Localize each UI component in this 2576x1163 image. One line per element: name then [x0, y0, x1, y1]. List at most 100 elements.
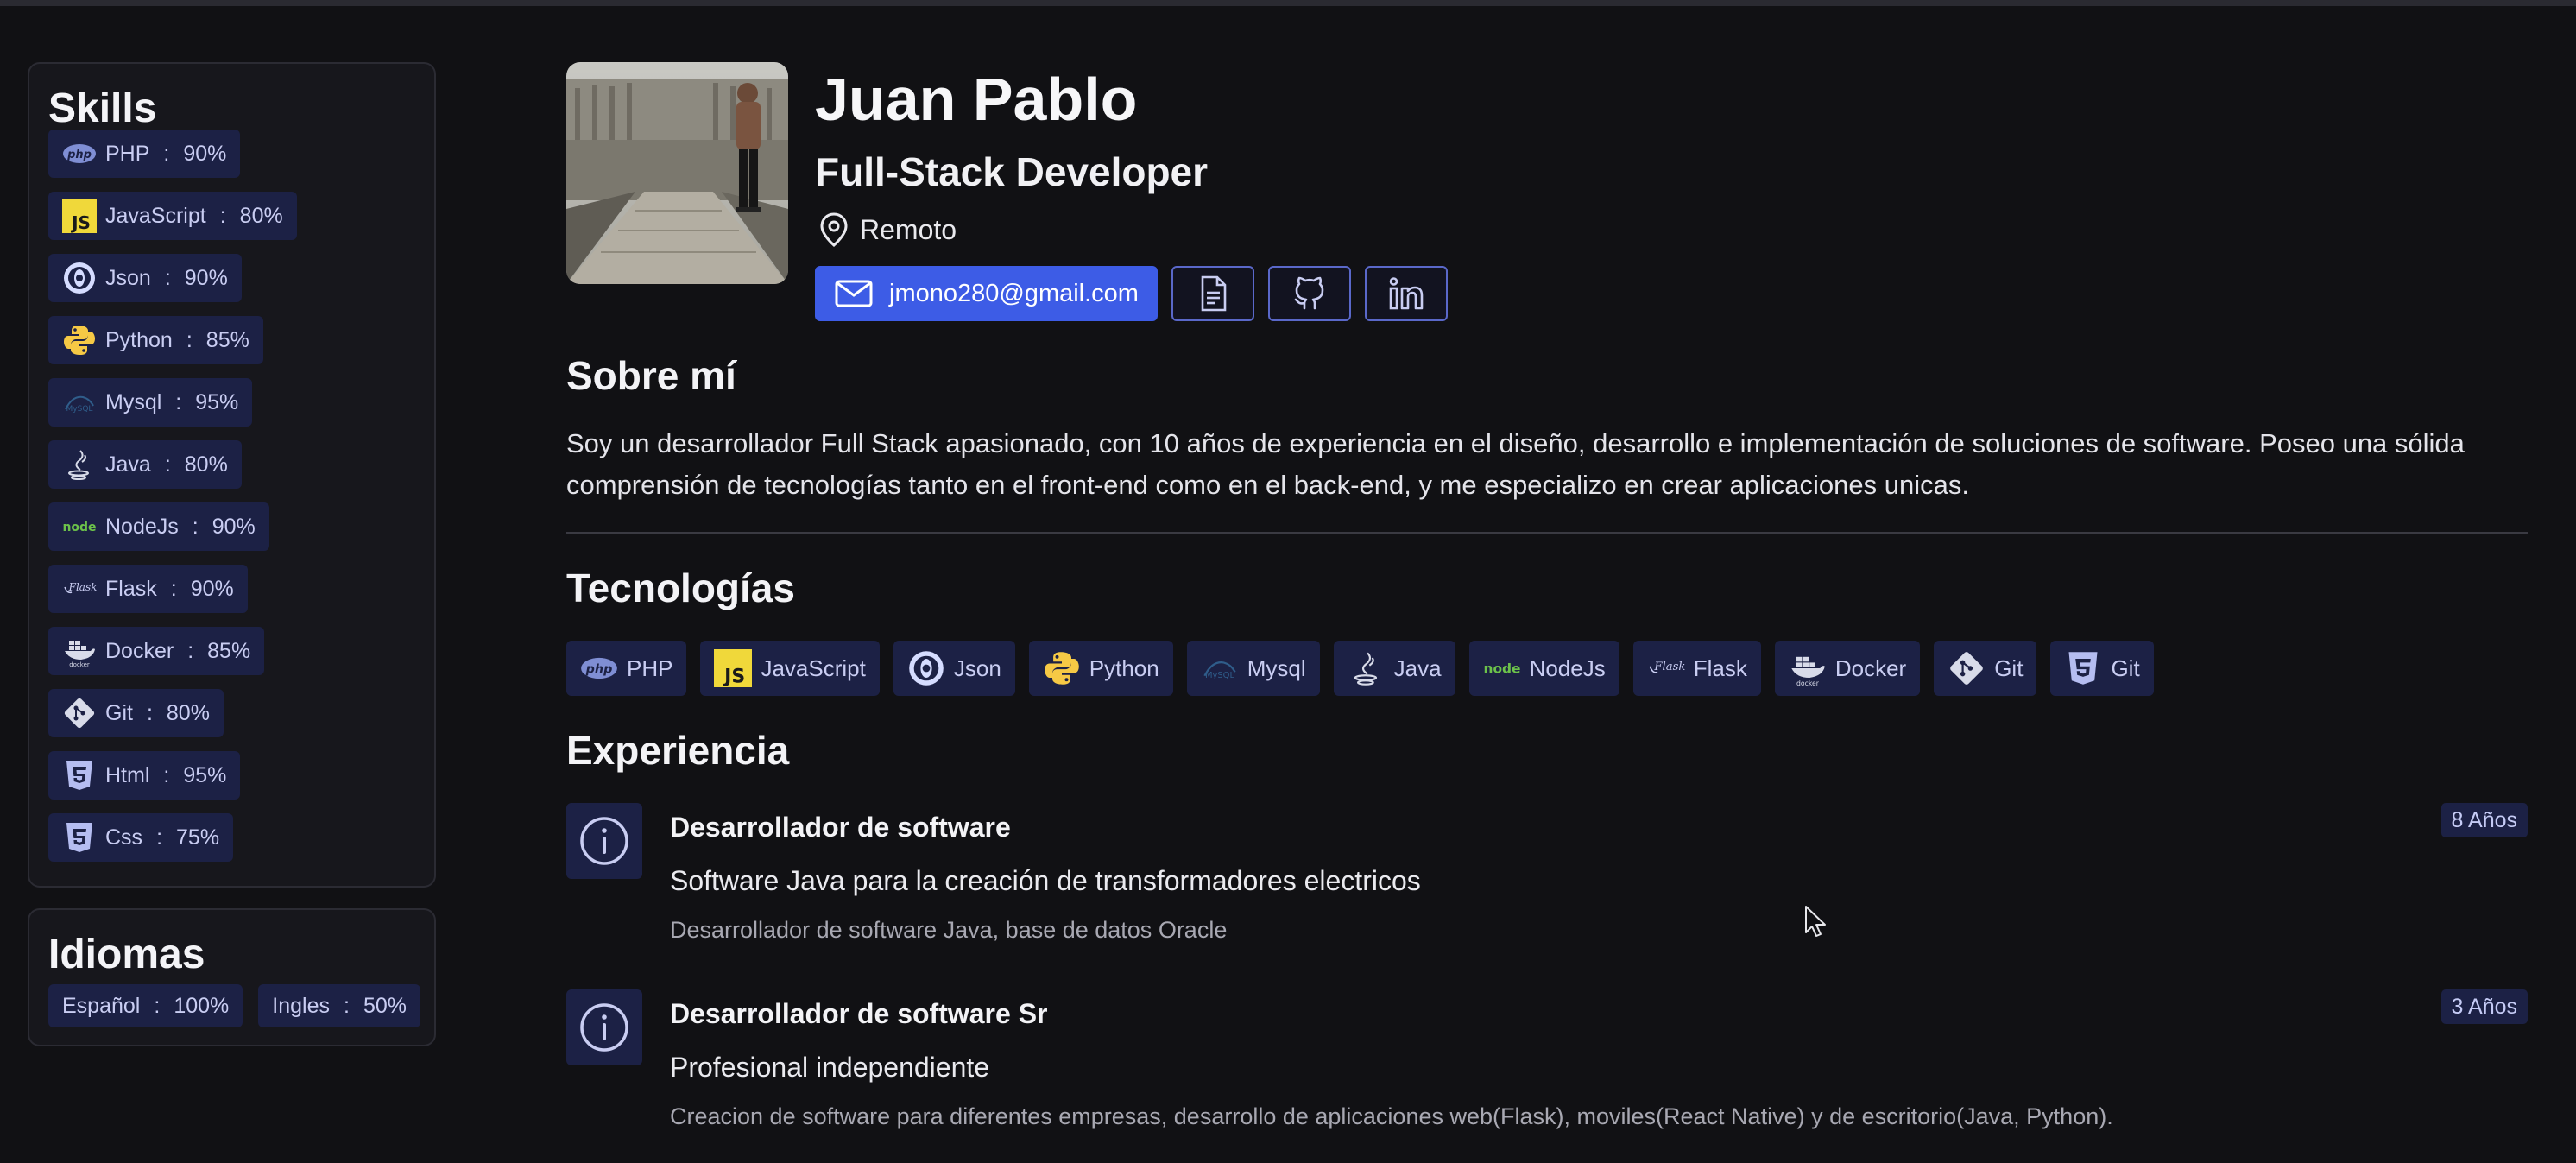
technologies-list: php PHP JS JavaScript Json Python MySQL … [566, 641, 2154, 696]
java-icon [1348, 649, 1386, 687]
tech-name: NodeJs [1529, 654, 1606, 681]
mysql-icon: MySQL [62, 385, 97, 420]
flask-icon: Flask [62, 572, 97, 606]
tech-name: Docker [1834, 654, 1907, 681]
tech-chip-docker: docker Docker [1774, 641, 1921, 696]
github-button[interactable] [1267, 266, 1351, 321]
language-separator: : [343, 993, 350, 1018]
skill-level: 90% [212, 514, 256, 539]
skill-chip-php: php PHP:90% [48, 130, 241, 178]
svg-text:JS: JS [70, 212, 91, 233]
svg-text:docker: docker [1796, 679, 1820, 687]
language-chip-english: Ingles:50% [258, 984, 420, 1027]
profile-location: Remoto [815, 211, 957, 249]
skill-separator: : [164, 452, 171, 477]
html5-icon [2064, 649, 2102, 687]
skill-name: Flask [105, 576, 157, 601]
skill-separator: : [170, 576, 177, 601]
skill-chip-html: Html:95% [48, 751, 241, 800]
skill-name: PHP [105, 141, 150, 166]
tech-chip-json: Json [893, 641, 1015, 696]
experience-title-text: Desarrollador de software Sr [670, 998, 1048, 1029]
svg-text:MySQL: MySQL [1205, 671, 1234, 680]
window-top-bar [0, 0, 2576, 6]
skill-chip-docker: docker Docker:85% [48, 627, 265, 675]
skill-separator: : [163, 762, 170, 787]
skill-separator: : [192, 514, 199, 539]
tech-name: PHP [627, 654, 673, 681]
resume-button[interactable] [1171, 266, 1254, 321]
skill-separator: : [164, 265, 171, 290]
language-name: Ingles [272, 993, 330, 1018]
experience-subtitle: Profesional independiente [670, 1052, 990, 1083]
skills-title: Skills [48, 85, 157, 131]
document-icon [1193, 274, 1233, 313]
skill-chip-json: Json:90% [48, 254, 242, 302]
skill-name: Json [105, 265, 151, 290]
skill-chip-python: Python:85% [48, 316, 263, 364]
javascript-icon: JS [714, 649, 753, 687]
tech-chip-flask: Flask Flask [1632, 641, 1761, 696]
svg-text:docker: docker [69, 661, 90, 668]
skill-separator: : [175, 389, 182, 414]
python-icon [62, 323, 97, 357]
tech-name: Git [2111, 654, 2140, 681]
language-name: Español [62, 993, 141, 1018]
skill-name: JavaScript [105, 203, 206, 228]
skill-chip-java: Java:80% [48, 440, 242, 489]
contact-actions: jmono280@gmail.com [815, 266, 1448, 321]
skill-chip-css: Css:75% [48, 813, 234, 862]
svg-text:Flask: Flask [68, 581, 97, 593]
skill-chip-git: Git:80% [48, 689, 224, 737]
mouse-cursor-icon [1805, 906, 1826, 937]
tech-name: Python [1089, 654, 1159, 681]
main-content: Juan Pablo Full-Stack Developer Remoto j… [566, 62, 2528, 1129]
experience-description: Desarrollador de software Java, base de … [670, 917, 1228, 943]
git-icon [1948, 649, 1986, 687]
tech-name: Json [953, 654, 1001, 681]
duration-badge: 8 Años [2440, 803, 2528, 837]
mysql-icon: MySQL [1201, 649, 1239, 687]
svg-text:php: php [66, 149, 92, 161]
profile-header: Juan Pablo Full-Stack Developer Remoto j… [566, 62, 2528, 321]
skill-chip-mysql: MySQL Mysql:95% [48, 378, 253, 427]
skill-level: 85% [207, 638, 251, 663]
skill-name: Html [105, 762, 150, 787]
experience-title: Experiencia [566, 728, 790, 773]
tech-chip-git-html: Git [2050, 641, 2154, 696]
tech-name: Flask [1693, 654, 1747, 681]
languages-card: Idiomas Español:100% Ingles:50% [28, 908, 436, 1046]
profile-role: Full-Stack Developer [815, 149, 1209, 194]
mail-icon [834, 274, 874, 313]
linkedin-button[interactable] [1364, 266, 1448, 321]
skill-name: Git [105, 700, 133, 725]
language-level: 100% [174, 993, 230, 1018]
svg-text:Flask: Flask [1653, 661, 1685, 673]
technologies-title: Tecnologías [566, 566, 795, 610]
duration-badge: 3 Años [2440, 989, 2528, 1024]
info-icon [566, 989, 642, 1065]
skill-level: 90% [190, 576, 234, 601]
skill-chip-javascript: JS JavaScript:80% [48, 192, 297, 240]
skill-name: Css [105, 825, 143, 850]
tech-name: JavaScript [761, 654, 866, 681]
svg-text:MySQL: MySQL [66, 405, 93, 414]
docker-icon: docker [62, 634, 97, 668]
linkedin-icon [1386, 274, 1426, 313]
skill-chip-flask: Flask Flask:90% [48, 565, 248, 613]
email-button[interactable]: jmono280@gmail.com [815, 266, 1158, 321]
php-icon: php [580, 649, 618, 687]
skill-level: 80% [184, 452, 228, 477]
docker-icon: docker [1789, 649, 1827, 687]
skills-list: php PHP:90% JS JavaScript:80% Json:90% P… [48, 130, 415, 862]
git-icon [62, 696, 97, 730]
tech-chip-java: Java [1333, 641, 1455, 696]
skill-chip-nodejs: node NodeJs:90% [48, 502, 269, 551]
language-separator: : [154, 993, 161, 1018]
profile-photo [566, 62, 788, 284]
tech-chip-javascript: JS JavaScript [700, 641, 880, 696]
skill-separator: : [186, 327, 193, 352]
skill-separator: : [219, 203, 226, 228]
flask-icon: Flask [1647, 649, 1685, 687]
skill-level: 85% [205, 327, 249, 352]
